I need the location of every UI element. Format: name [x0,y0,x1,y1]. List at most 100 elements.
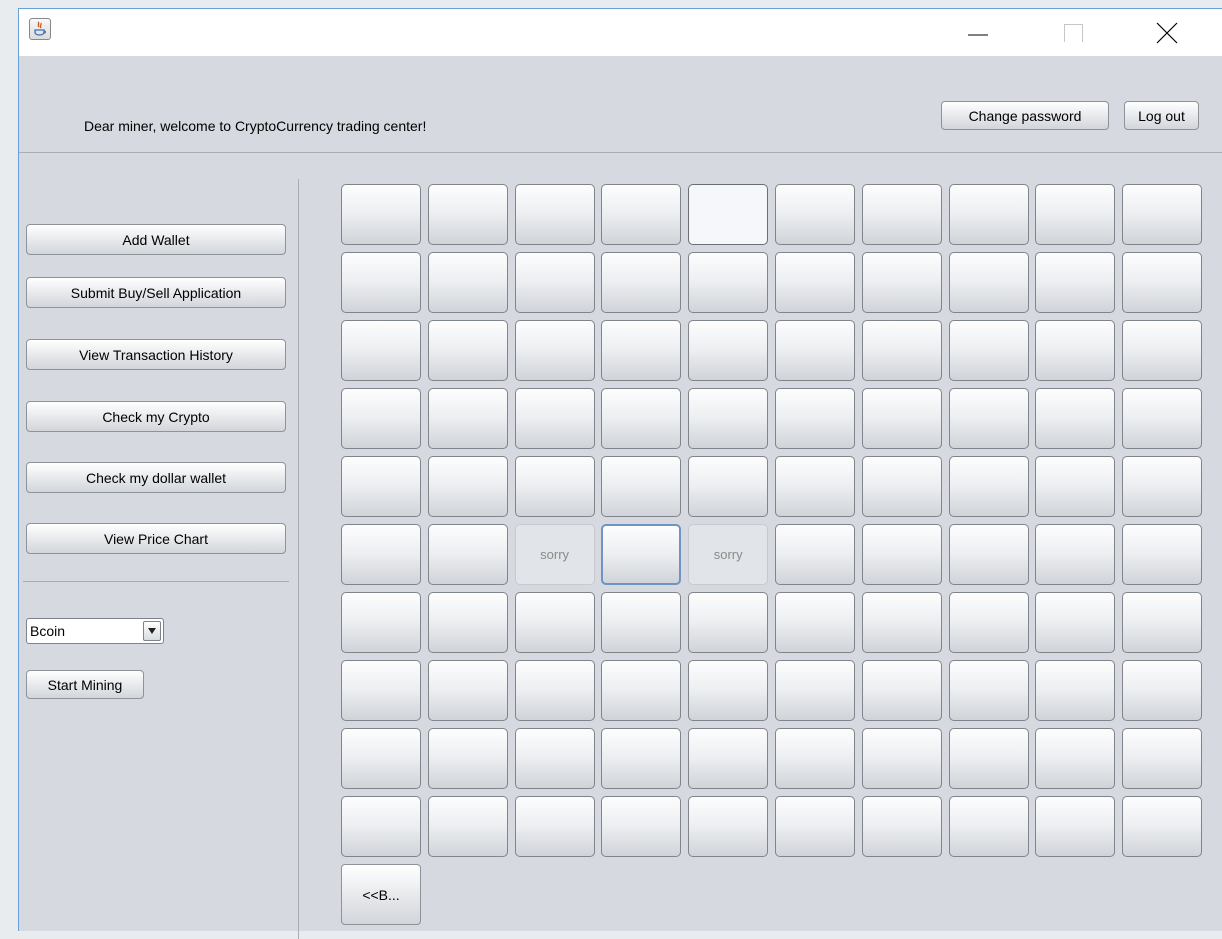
close-button[interactable] [1143,9,1189,56]
grid-cell[interactable] [514,592,595,653]
grid-cell[interactable] [774,184,855,245]
add-wallet-button[interactable]: Add Wallet [26,224,286,255]
grid-cell[interactable] [1035,252,1116,313]
grid-cell[interactable] [601,728,682,789]
grid-cell[interactable] [1122,456,1203,517]
check-my-crypto-button[interactable]: Check my Crypto [26,401,286,432]
grid-cell[interactable] [861,592,942,653]
grid-cell[interactable] [774,252,855,313]
grid-cell[interactable] [688,592,769,653]
grid-cell[interactable] [688,252,769,313]
grid-cell[interactable] [427,660,508,721]
grid-cell[interactable] [1035,592,1116,653]
grid-cell[interactable] [427,184,508,245]
view-transaction-history-button[interactable]: View Transaction History [26,339,286,370]
grid-cell[interactable] [514,796,595,857]
grid-cell[interactable] [861,728,942,789]
grid-cell[interactable] [514,728,595,789]
grid-cell[interactable] [341,456,421,517]
grid-cell[interactable] [861,388,942,449]
grid-cell[interactable] [514,184,595,245]
back-button[interactable]: <<B... [341,864,421,925]
grid-cell[interactable] [948,524,1029,585]
grid-cell[interactable] [688,728,769,789]
grid-cell[interactable] [861,252,942,313]
grid-cell[interactable] [341,252,421,313]
grid-cell[interactable] [427,728,508,789]
grid-cell[interactable] [1122,320,1203,381]
grid-cell[interactable] [427,456,508,517]
grid-cell[interactable] [427,320,508,381]
grid-cell[interactable] [774,728,855,789]
grid-cell[interactable] [1122,184,1203,245]
grid-cell[interactable]: sorry [688,524,769,585]
grid-cell[interactable] [427,592,508,653]
grid-cell[interactable] [601,320,682,381]
grid-cell[interactable] [601,660,682,721]
grid-cell[interactable] [341,796,421,857]
grid-cell[interactable] [601,592,682,653]
grid-cell[interactable] [861,320,942,381]
grid-cell[interactable] [601,524,682,585]
grid-cell[interactable] [861,456,942,517]
grid-cell[interactable] [1122,592,1203,653]
maximize-button[interactable] [1051,9,1097,56]
grid-cell[interactable] [1035,184,1116,245]
grid-cell[interactable] [341,660,421,721]
grid-cell[interactable] [688,320,769,381]
grid-cell[interactable] [514,660,595,721]
start-mining-button[interactable]: Start Mining [26,670,144,699]
combo-arrow-button[interactable] [143,621,161,641]
grid-cell[interactable] [1122,388,1203,449]
grid-cell[interactable] [514,388,595,449]
grid-cell[interactable] [861,524,942,585]
grid-cell[interactable] [861,660,942,721]
grid-cell[interactable] [948,320,1029,381]
grid-cell[interactable] [774,388,855,449]
grid-cell[interactable] [1035,456,1116,517]
coin-select[interactable]: Bcoin [26,618,164,644]
grid-cell[interactable] [341,184,421,245]
grid-cell[interactable] [948,456,1029,517]
grid-cell[interactable] [514,252,595,313]
grid-cell[interactable] [948,252,1029,313]
grid-cell[interactable] [1035,524,1116,585]
grid-cell[interactable] [1122,728,1203,789]
grid-cell[interactable] [1035,728,1116,789]
grid-cell[interactable] [948,796,1029,857]
grid-cell[interactable] [688,388,769,449]
grid-cell[interactable] [948,592,1029,653]
grid-cell[interactable] [948,728,1029,789]
grid-cell[interactable] [341,728,421,789]
grid-cell[interactable] [427,796,508,857]
grid-cell[interactable] [688,184,769,245]
view-price-chart-button[interactable]: View Price Chart [26,523,286,554]
grid-cell[interactable] [774,456,855,517]
grid-cell[interactable] [1035,388,1116,449]
grid-cell[interactable] [774,592,855,653]
grid-cell[interactable] [427,524,508,585]
grid-cell[interactable]: sorry [514,524,595,585]
grid-cell[interactable] [341,524,421,585]
grid-cell[interactable] [688,456,769,517]
grid-cell[interactable] [774,524,855,585]
grid-cell[interactable] [688,796,769,857]
grid-cell[interactable] [341,388,421,449]
grid-cell[interactable] [774,320,855,381]
grid-cell[interactable] [514,456,595,517]
grid-cell[interactable] [601,456,682,517]
grid-cell[interactable] [861,184,942,245]
log-out-button[interactable]: Log out [1124,101,1199,130]
grid-cell[interactable] [1122,252,1203,313]
grid-cell[interactable] [1122,660,1203,721]
grid-cell[interactable] [427,252,508,313]
grid-cell[interactable] [774,660,855,721]
grid-cell[interactable] [341,592,421,653]
check-dollar-wallet-button[interactable]: Check my dollar wallet [26,462,286,493]
grid-cell[interactable] [1122,524,1203,585]
change-password-button[interactable]: Change password [941,101,1109,130]
grid-cell[interactable] [948,184,1029,245]
grid-cell[interactable] [341,320,421,381]
grid-cell[interactable] [601,388,682,449]
grid-cell[interactable] [948,388,1029,449]
